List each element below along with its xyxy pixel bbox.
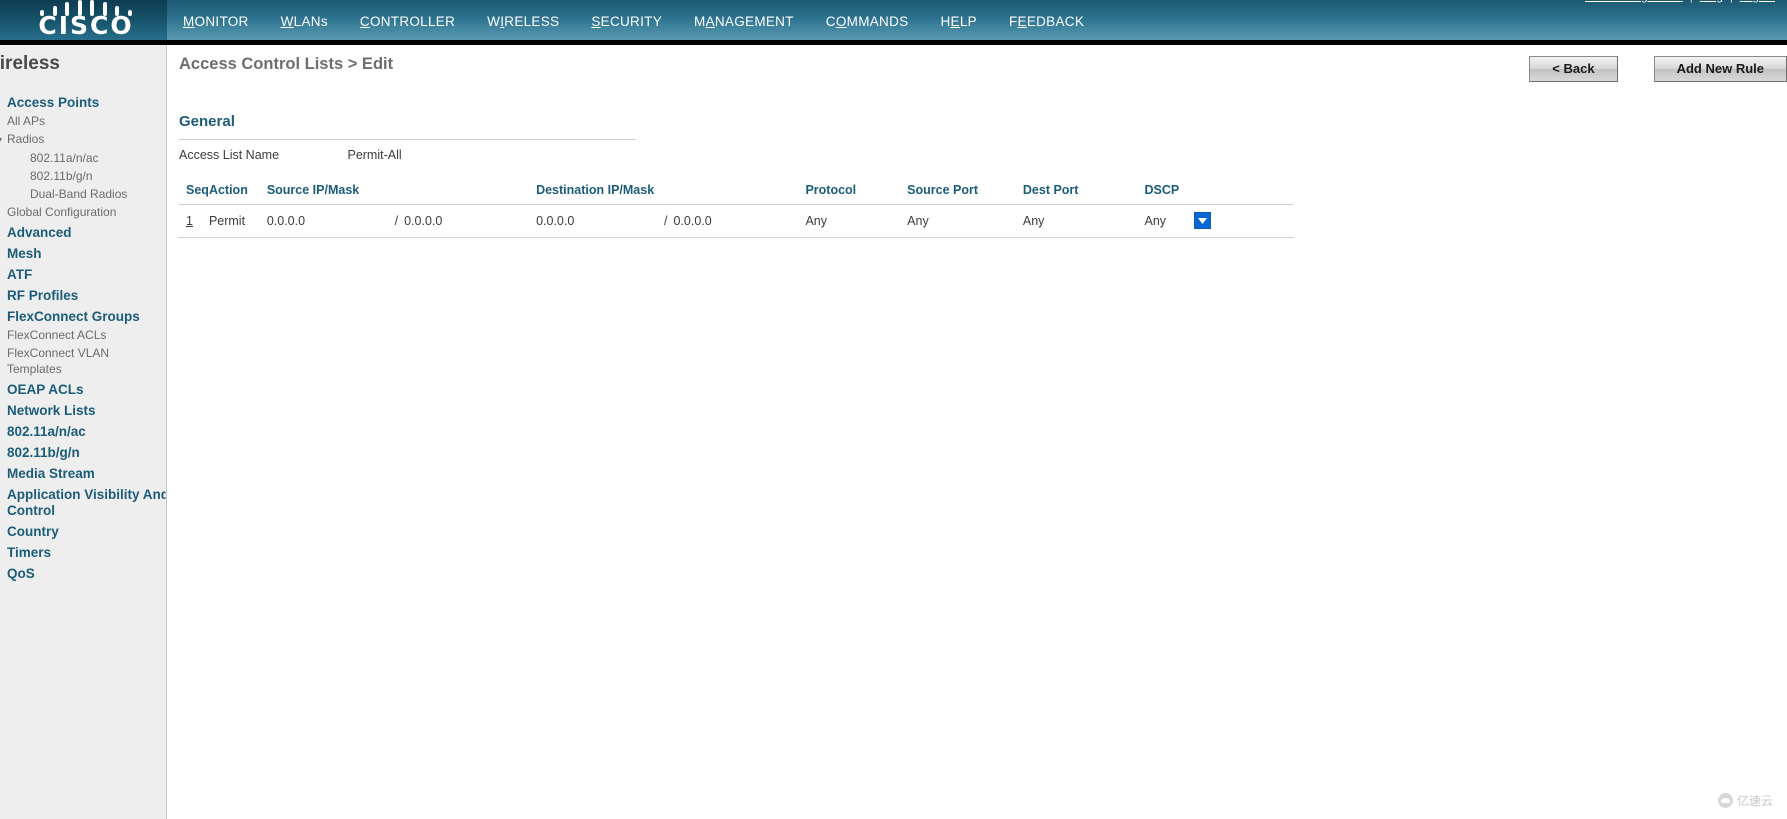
column-header-source-mask-spacer: [394, 180, 537, 205]
sidebar-item-mesh[interactable]: Mesh: [0, 242, 166, 263]
logout-link[interactable]: Logout: [1740, 0, 1775, 3]
access-list-name-value: Permit-All: [347, 148, 402, 162]
sidebar-item-flexconnect-vlan-templates[interactable]: FlexConnect VLAN Templates: [0, 344, 150, 378]
acl-rules-table: Seq Action Source IP/Mask Destination IP…: [178, 180, 1294, 238]
content-action-buttons: < Back Add New Rule: [1529, 56, 1787, 82]
cell-action: Permit: [208, 204, 267, 238]
sidebar-item-all-aps[interactable]: All APs: [0, 112, 166, 130]
table-row: 1 Permit 0.0.0.0/0.0.0.0 0.0.0.0/0.0.0.0 Any…: [178, 204, 1294, 238]
cell-source-port: Any: [907, 204, 1023, 238]
acl-table-body: 1 Permit 0.0.0.0/0.0.0.0 0.0.0.0/0.0.0.0 Any…: [178, 204, 1294, 238]
chevron-down-icon[interactable]: ▾: [0, 132, 7, 148]
sidebar-item-radios[interactable]: ▾Radios: [0, 130, 166, 149]
sidebar-item-media-stream[interactable]: Media Stream: [0, 462, 166, 483]
sidebar-item-flexconnect-acls[interactable]: FlexConnect ACLs: [0, 326, 166, 344]
column-header-dest-port: Dest Port: [1022, 180, 1145, 205]
column-header-dscp: DSCP: [1144, 180, 1195, 205]
access-list-name-label: Access List Name: [179, 148, 280, 162]
main-content: Access Control Lists > Edit < Back Add N…: [168, 45, 1787, 819]
sidebar-title: Wireless: [0, 53, 60, 74]
sidebar-item-rf-profiles[interactable]: RF Profiles: [0, 284, 166, 305]
cisco-logo: CISCO: [12, 0, 155, 44]
sidebar-item-dual-band-radios[interactable]: Dual-Band Radios: [0, 185, 166, 203]
sidebar-item-timers[interactable]: Timers: [0, 541, 166, 562]
chevron-down-icon[interactable]: [1194, 212, 1212, 229]
sidebar-list: Access PointsAll APs▾Radios802.11a/n/ac8…: [0, 91, 166, 583]
ping-link[interactable]: Ping: [1700, 0, 1723, 3]
column-header-destination-mask-spacer: [664, 180, 806, 205]
sidebar-item-access-points[interactable]: Access Points: [0, 91, 166, 112]
cell-destination-ip: 0.0.0.0: [536, 204, 664, 238]
column-header-source-ip-mask: Source IP/Mask: [266, 180, 395, 205]
sidebar-item-network-lists[interactable]: Network Lists: [0, 399, 166, 420]
sidebar-item-oeap-acls[interactable]: OEAP ACLs: [0, 378, 166, 399]
watermark-text: 亿速云: [1736, 794, 1773, 808]
util-separator-1: |: [1690, 0, 1693, 3]
sidebar-item-advanced[interactable]: Advanced: [0, 221, 166, 242]
column-header-destination-ip-mask: Destination IP/Mask: [536, 180, 664, 205]
cell-dest-port: Any: [1022, 204, 1145, 238]
section-title-general: General: [179, 113, 235, 130]
sidebar-item-country[interactable]: Country: [0, 520, 166, 541]
cell-row-menu: [1194, 204, 1294, 238]
cell-dscp: Any: [1144, 204, 1195, 238]
sidebar-item-802-11b-g-n[interactable]: 802.11b/g/n: [0, 441, 166, 462]
mask-separator: /: [394, 213, 399, 228]
column-header-seq: Seq: [178, 180, 209, 205]
section-divider: [178, 139, 636, 140]
cell-protocol: Any: [805, 204, 908, 238]
sidebar-item-802-11b-g-n[interactable]: 802.11b/g/n: [0, 167, 166, 185]
seq-link[interactable]: 1: [186, 214, 193, 228]
cell-destination-mask: /0.0.0.0: [664, 204, 806, 238]
cisco-wlc-page: CISCO Save Configuration | Ping | Logout…: [0, 0, 1787, 819]
breadcrumb: Access Control Lists > Edit: [179, 55, 394, 73]
add-new-rule-button[interactable]: Add New Rule: [1653, 56, 1787, 82]
column-header-protocol: Protocol: [805, 180, 908, 205]
cell-source-ip: 0.0.0.0: [266, 204, 395, 238]
sidebar-item-atf[interactable]: ATF: [0, 263, 166, 284]
watermark: 亿速云: [1717, 792, 1773, 809]
save-configuration-link[interactable]: Save Configuration: [1585, 0, 1683, 3]
sidebar-item-application-visibility-and-control[interactable]: Application Visibility And Control: [0, 483, 166, 520]
util-separator-2: |: [1730, 0, 1733, 3]
sidebar: Wireless Access PointsAll APs▾Radios802.…: [0, 45, 167, 819]
access-list-name-row: Access List Name Permit-All: [179, 148, 402, 162]
sidebar-item-802-11a-n-ac[interactable]: 802.11a/n/ac: [0, 420, 166, 441]
source-mask-value: 0.0.0.0: [404, 213, 443, 228]
sidebar-item-802-11a-n-ac[interactable]: 802.11a/n/ac: [0, 149, 166, 167]
destination-mask-value: 0.0.0.0: [673, 213, 712, 228]
sidebar-item-qos[interactable]: QoS: [0, 562, 166, 583]
utility-links: Save Configuration | Ping | Logout: [1585, 0, 1775, 3]
cell-source-mask: / 0.0.0.0: [394, 204, 537, 238]
column-header-action: Action: [208, 180, 267, 205]
sidebar-item-flexconnect-groups[interactable]: FlexConnect Groups: [0, 305, 166, 326]
back-button[interactable]: < Back: [1529, 56, 1618, 82]
cell-seq: 1: [178, 204, 209, 238]
column-header-source-port: Source Port: [907, 180, 1023, 205]
column-header-actions-spacer: [1194, 180, 1294, 205]
sidebar-item-label: Radios: [7, 132, 45, 146]
sidebar-item-global-configuration[interactable]: Global Configuration: [0, 203, 166, 221]
cisco-wordmark: CISCO: [38, 11, 134, 40]
table-header-row: Seq Action Source IP/Mask Destination IP…: [178, 180, 1294, 205]
top-banner: CISCO Save Configuration | Ping | Logout…: [0, 0, 1787, 44]
cloud-icon: [1717, 793, 1733, 808]
